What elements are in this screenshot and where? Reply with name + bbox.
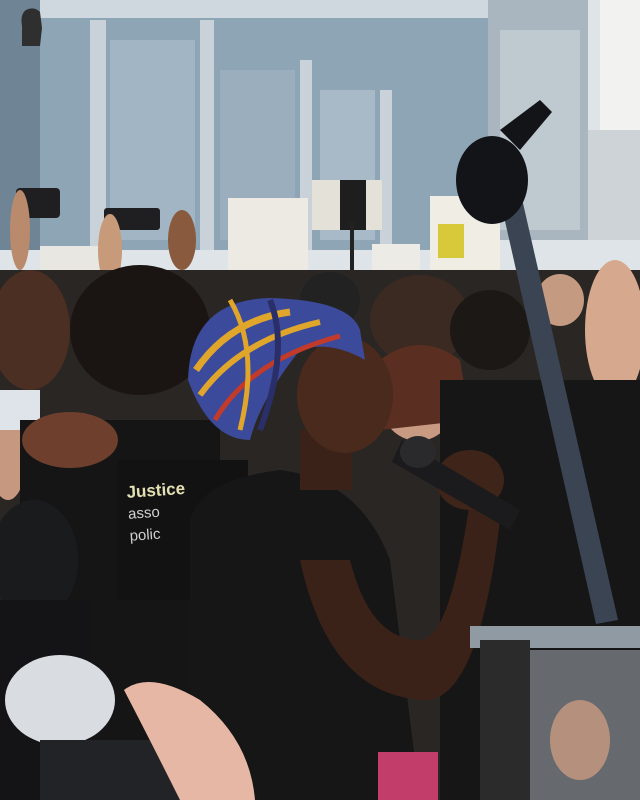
raised-fist-icon — [21, 8, 42, 46]
metal-barrier — [470, 626, 640, 800]
shirt-print-text: Justice asso polic — [126, 474, 240, 548]
pink-bag — [378, 752, 438, 800]
protest-photo: Justice asso polic — [0, 0, 640, 800]
photo-illustration — [0, 0, 640, 800]
